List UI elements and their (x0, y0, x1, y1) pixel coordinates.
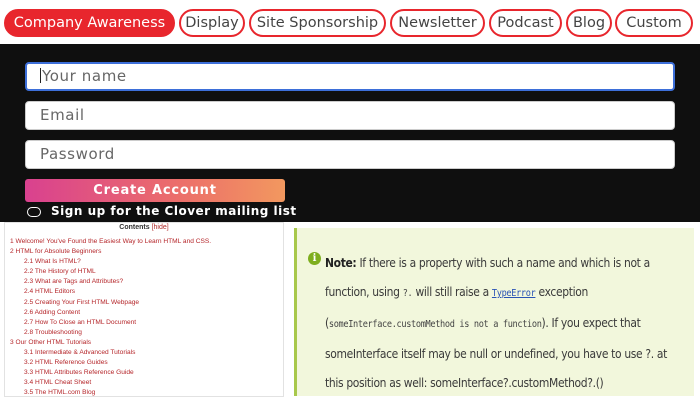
text-caret (40, 68, 41, 83)
email-field[interactable]: Email (25, 101, 675, 130)
table-of-contents: Contents [hide] 1 Welcome! You've Found … (4, 222, 284, 400)
toc-title: Contents (119, 224, 150, 231)
toc-item[interactable]: 2.7 How To Close an HTML Document (10, 318, 280, 328)
note-box: i Note: If there is a property with such… (294, 228, 694, 396)
name-placeholder: Your name (42, 67, 127, 85)
nav-pill-custom[interactable]: Custom (615, 9, 693, 37)
note-code-error-message: someInterface.customMethod is not a func… (328, 319, 542, 330)
mailing-list-label: Sign up for the Clover mailing list (51, 204, 297, 218)
nav-pill-podcast[interactable]: Podcast (489, 9, 562, 37)
nav-pill-display[interactable]: Display (179, 9, 245, 37)
toc-hide-link[interactable]: [hide] (152, 224, 169, 231)
toc-item[interactable]: 2.1 What Is HTML? (10, 257, 280, 267)
toc-item[interactable]: 2.2 The History of HTML (10, 267, 280, 277)
toc-item[interactable]: 2 HTML for Absolute Beginners (10, 247, 280, 257)
nav-pill-site-sponsorship[interactable]: Site Sponsorship (249, 9, 386, 37)
password-placeholder: Password (40, 145, 115, 163)
email-placeholder: Email (40, 106, 85, 124)
toc-item[interactable]: 3.1 Intermediate & Advanced Tutorials (10, 348, 280, 358)
note-text-2: will still raise a (412, 284, 492, 299)
note-code-optional-chaining: ?. (402, 288, 413, 299)
note-label: Note: (325, 255, 357, 270)
toc-item[interactable]: 2.3 What are Tags and Attributes? (10, 277, 280, 287)
note-text: Note: If there is a property with such a… (325, 248, 686, 397)
toc-item[interactable]: 3.3 HTML Attributes Reference Guide (10, 368, 280, 378)
toc-item[interactable]: 2.8 Troubleshooting (10, 328, 280, 338)
typeerror-link[interactable]: TypeError (492, 288, 536, 299)
nav-pill-blog[interactable]: Blog (566, 9, 612, 37)
signup-panel: Your name Email Password Create Account … (0, 44, 700, 222)
password-field[interactable]: Password (25, 140, 675, 169)
info-icon: i (308, 252, 321, 265)
toc-item[interactable]: 3 Our Other HTML Tutorials (10, 338, 280, 348)
toc-item[interactable]: 2.4 HTML Editors (10, 287, 280, 297)
name-field[interactable]: Your name (25, 62, 675, 91)
toc-item[interactable]: 3.2 HTML Reference Guides (10, 358, 280, 368)
nav-pill-company-awareness[interactable]: Company Awareness (4, 9, 175, 37)
mailing-list-radio[interactable] (27, 207, 41, 217)
toc-header: Contents [hide] (5, 223, 283, 233)
toc-item[interactable]: 3.5 The HTML.com Blog (10, 388, 280, 398)
toc-item[interactable]: 3.4 HTML Cheat Sheet (10, 378, 280, 388)
toc-item[interactable]: 2.6 Adding Content (10, 308, 280, 318)
toc-item[interactable]: 1 Welcome! You've Found the Easiest Way … (10, 237, 280, 247)
create-account-button[interactable]: Create Account (25, 179, 285, 202)
category-nav: Company Awareness Display Site Sponsorsh… (0, 0, 700, 44)
nav-pill-newsletter[interactable]: Newsletter (390, 9, 485, 37)
toc-item[interactable]: 2.5 Creating Your First HTML Webpage (10, 298, 280, 308)
toc-list: 1 Welcome! You've Found the Easiest Way … (10, 237, 280, 400)
